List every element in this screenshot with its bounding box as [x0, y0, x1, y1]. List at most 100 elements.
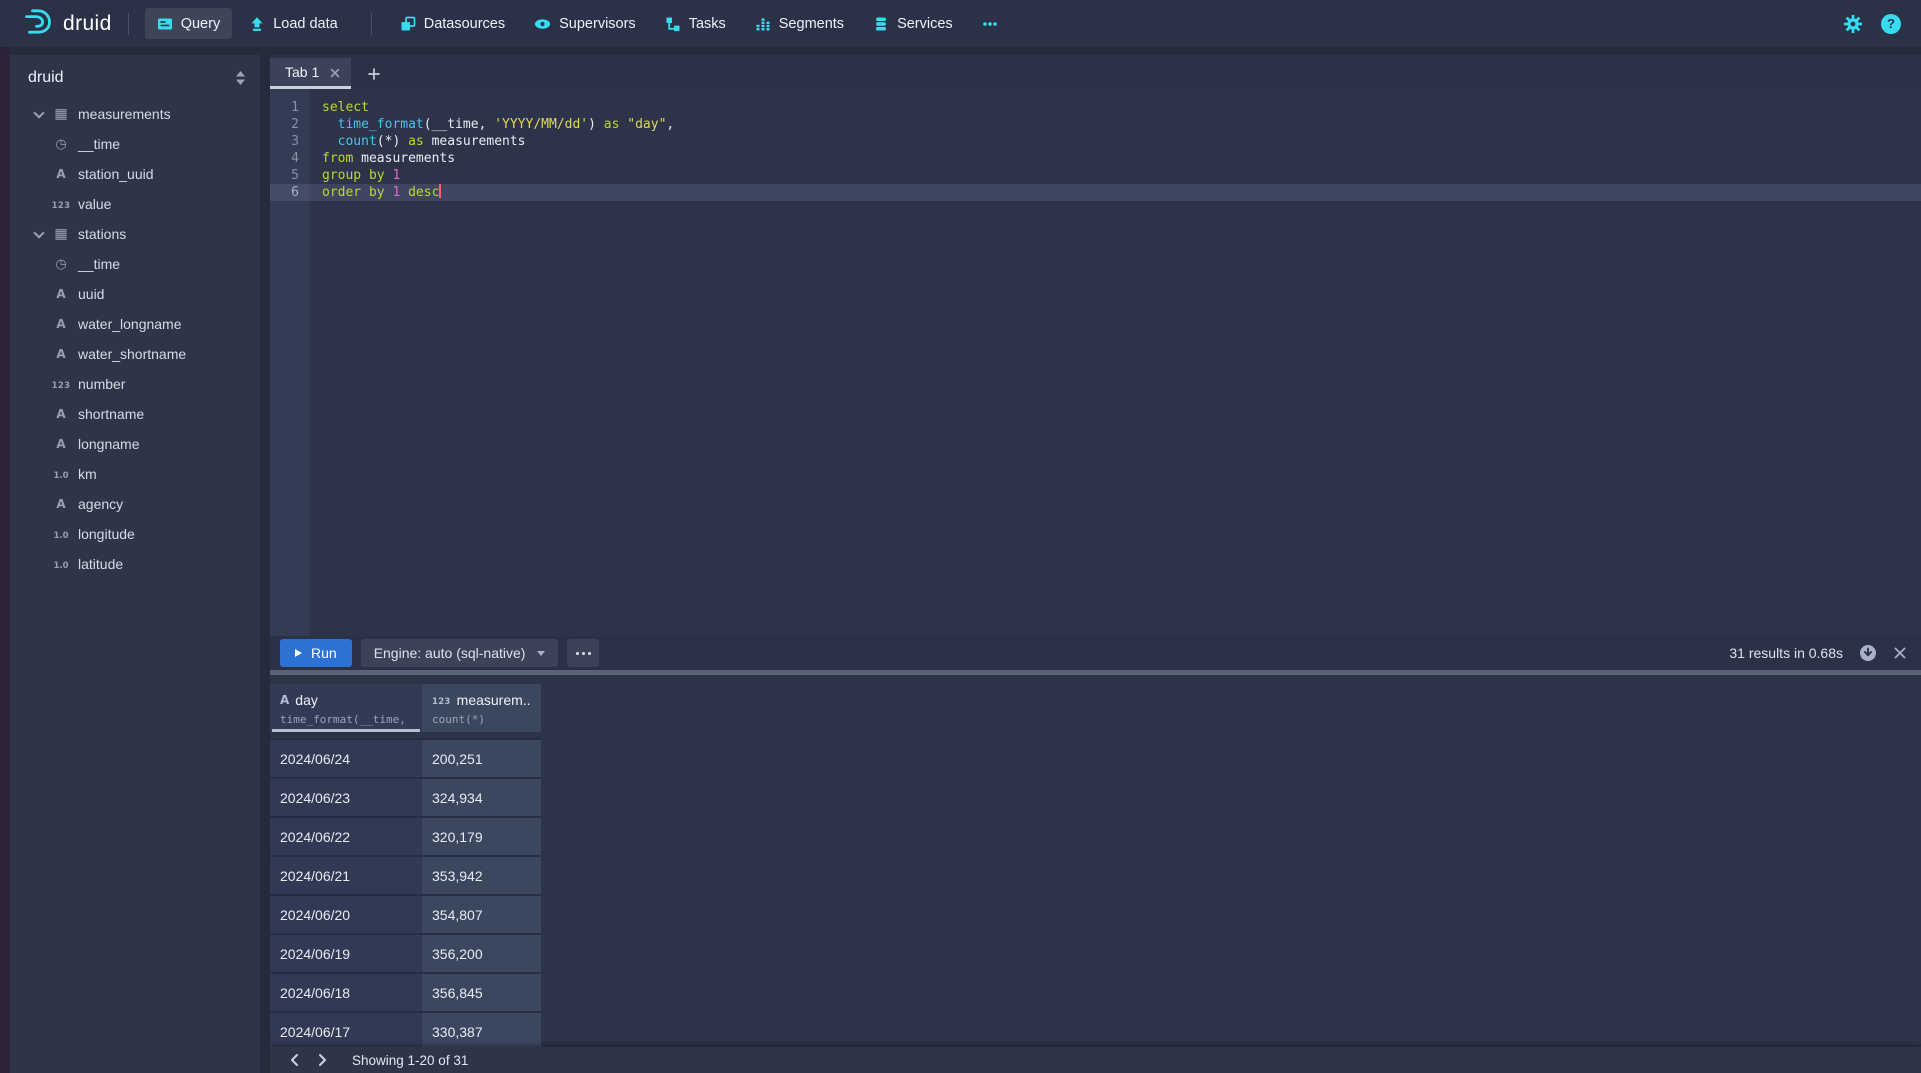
download-icon[interactable]: [1859, 644, 1877, 662]
tree-item[interactable]: longitude: [28, 519, 260, 549]
nav-label: Segments: [779, 16, 844, 32]
tab-1[interactable]: Tab 1: [270, 58, 351, 89]
tree-item[interactable]: water_shortname: [28, 339, 260, 369]
tree-item[interactable]: uuid: [28, 279, 260, 309]
tree-item[interactable]: station_uuid: [28, 159, 260, 189]
tree-item[interactable]: value: [28, 189, 260, 219]
nav-divider: [371, 13, 372, 35]
day-cell[interactable]: 2024/06/17: [270, 1011, 422, 1047]
results-rows: 2024/06/24 200,251 2024/06/23 324,934 20…: [270, 738, 1921, 1047]
day-cell[interactable]: 2024/06/19: [270, 933, 422, 972]
tree-item[interactable]: __time: [28, 249, 260, 279]
column-header-measurements[interactable]: measurem... count(*): [422, 684, 541, 732]
query-view: Tab 1 1 select: [270, 55, 1921, 1073]
eye-icon: [534, 16, 551, 32]
schema-name: druid: [28, 69, 64, 87]
tree-item[interactable]: __time: [28, 129, 260, 159]
column-type-icon: [50, 406, 72, 422]
tree-item[interactable]: stations: [28, 219, 260, 249]
tree-item-label: longitude: [78, 526, 135, 542]
count-cell[interactable]: 324,934: [422, 777, 541, 816]
column-type-icon: [50, 106, 72, 122]
code-line: order by 1 desc: [310, 184, 1921, 201]
sidebar-header: druid: [28, 69, 260, 87]
tree-item[interactable]: km: [28, 459, 260, 489]
tree-item[interactable]: longname: [28, 429, 260, 459]
count-cell[interactable]: 354,807: [422, 894, 541, 933]
gear-icon[interactable]: [1843, 14, 1863, 34]
tree-item[interactable]: measurements: [28, 99, 260, 129]
nav-more-button[interactable]: [970, 8, 1010, 39]
close-results-icon[interactable]: [1893, 646, 1907, 660]
chevron-down-icon[interactable]: [28, 232, 50, 237]
day-cell[interactable]: 2024/06/23: [270, 777, 422, 816]
nav-label: Datasources: [424, 16, 505, 32]
nav-label: Supervisors: [559, 16, 636, 32]
next-page-button[interactable]: [308, 1049, 336, 1071]
nav-item-tasks[interactable]: Tasks: [653, 8, 738, 39]
column-type-icon: [50, 436, 72, 452]
count-cell[interactable]: 356,200: [422, 933, 541, 972]
nav-label: Load data: [273, 16, 338, 32]
nav-item-segments[interactable]: Segments: [743, 8, 856, 39]
code-line: group by 1: [310, 167, 1921, 184]
tab-label: Tab 1: [285, 64, 319, 80]
tree-item-label: shortname: [78, 406, 144, 422]
editor-line: 6 order by 1 desc: [270, 184, 1921, 201]
editor-line: 4 from measurements: [270, 150, 1921, 167]
druid-logo[interactable]: druid: [24, 8, 112, 40]
sql-editor[interactable]: 1 select 2 time_format(__time, 'YYYY/MM/…: [270, 89, 1921, 636]
schema-tree: measurements __time station_uuid: [28, 99, 260, 579]
column-type-icon: [50, 556, 72, 572]
nav-divider: [128, 13, 129, 35]
tree-item[interactable]: latitude: [28, 549, 260, 579]
engine-select[interactable]: Engine: auto (sql-native): [361, 639, 559, 667]
chevron-down-icon[interactable]: [28, 112, 50, 117]
day-cell[interactable]: 2024/06/21: [270, 855, 422, 894]
prev-page-button[interactable]: [280, 1049, 308, 1071]
nav-item-services[interactable]: Services: [861, 8, 965, 39]
database-icon: [873, 16, 889, 32]
logo-text: druid: [63, 12, 112, 36]
new-tab-button[interactable]: [357, 58, 391, 89]
tree-item-label: station_uuid: [78, 166, 154, 182]
nav-item-query[interactable]: Query: [145, 8, 233, 39]
day-cell[interactable]: 2024/06/22: [270, 816, 422, 855]
upload-icon: [249, 16, 265, 32]
sort-columns-icon[interactable]: [235, 70, 246, 86]
tree-item-label: water_shortname: [78, 346, 186, 362]
column-type-icon: [50, 286, 72, 302]
code-line: count(*) as measurements: [310, 133, 1921, 150]
count-cell[interactable]: 200,251: [422, 738, 541, 777]
tree-item[interactable]: water_longname: [28, 309, 260, 339]
column-expression: time_format(__time, …: [280, 713, 412, 726]
tab-close-icon[interactable]: [330, 67, 340, 78]
tree-item-label: __time: [78, 256, 120, 272]
run-button[interactable]: Run: [280, 639, 352, 667]
count-cell[interactable]: 353,942: [422, 855, 541, 894]
column-header-day[interactable]: day time_format(__time, …: [270, 684, 422, 732]
count-cell[interactable]: 330,387: [422, 1011, 541, 1047]
column-name: measurem...: [457, 692, 531, 708]
line-number: 4: [270, 150, 310, 167]
tree-item-label: measurements: [78, 106, 171, 122]
nav-item-load-data[interactable]: Load data: [237, 8, 350, 39]
day-cell[interactable]: 2024/06/24: [270, 738, 422, 777]
tree-item[interactable]: agency: [28, 489, 260, 519]
nav-item-datasources[interactable]: Datasources: [388, 8, 517, 39]
table-row: 2024/06/21 353,942: [270, 855, 1921, 894]
editor-line: 3 count(*) as measurements: [270, 133, 1921, 150]
day-cell[interactable]: 2024/06/20: [270, 894, 422, 933]
count-cell[interactable]: 320,179: [422, 816, 541, 855]
day-cell[interactable]: 2024/06/18: [270, 972, 422, 1011]
count-cell[interactable]: 356,845: [422, 972, 541, 1011]
help-icon[interactable]: [1881, 14, 1901, 34]
tree-item[interactable]: shortname: [28, 399, 260, 429]
tree-item[interactable]: number: [28, 369, 260, 399]
code-line: time_format(__time, 'YYYY/MM/dd') as "da…: [310, 116, 1921, 133]
result-count-text: 31 results in 0.68s: [1729, 645, 1843, 661]
code-line: select: [310, 99, 1921, 116]
nav-label: Query: [181, 16, 221, 32]
query-more-button[interactable]: [567, 639, 599, 667]
nav-item-supervisors[interactable]: Supervisors: [522, 8, 648, 39]
